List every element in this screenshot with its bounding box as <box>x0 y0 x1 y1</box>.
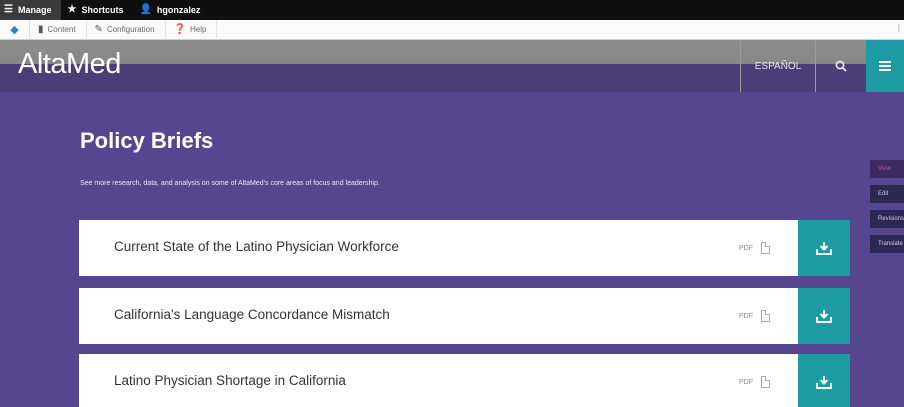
download-icon <box>816 376 832 389</box>
policy-brief-title[interactable]: California's Language Concordance Mismat… <box>114 307 390 322</box>
policy-brief-title[interactable]: Latino Physician Shortage in California <box>114 373 346 388</box>
tab-revisions[interactable]: Revisions <box>870 210 904 228</box>
policy-brief-title[interactable]: Current State of the Latino Physician Wo… <box>114 239 399 254</box>
language-link[interactable]: ESPAÑOL <box>740 40 816 92</box>
download-icon <box>816 242 832 255</box>
policy-brief-card[interactable]: Latino Physician Shortage in California … <box>79 354 850 407</box>
help-icon: ❓ <box>173 24 186 35</box>
toolbar-user[interactable]: 👤 hgonzalez <box>133 0 210 20</box>
pdf-format-text: PDF <box>739 244 753 252</box>
tray-help[interactable]: ❓ Help <box>166 19 218 40</box>
toolbar-shortcuts-label: Shortcuts <box>81 5 124 15</box>
hamburger-icon <box>879 61 891 71</box>
policy-brief-card[interactable]: Current State of the Latino Physician Wo… <box>79 220 850 276</box>
tab-view[interactable]: View <box>870 160 904 178</box>
pdf-label: PDF <box>739 376 770 388</box>
tray-help-label: Help <box>189 25 207 34</box>
toolbar-manage-label: Manage <box>17 5 52 15</box>
document-icon <box>761 310 770 322</box>
pdf-label: PDF <box>739 242 770 254</box>
user-icon: 👤 <box>139 4 152 15</box>
home-icon[interactable]: ◆ <box>0 19 30 40</box>
tab-translate[interactable]: Translate <box>870 235 904 253</box>
menu-toggle-button[interactable] <box>866 40 904 92</box>
tray-configuration[interactable]: ✎ Configuration <box>87 19 166 40</box>
admin-tray: ◆ ▮ Content ✎ Configuration ❓ Help | <box>0 19 904 40</box>
policy-brief-card[interactable]: California's Language Concordance Mismat… <box>79 288 850 344</box>
document-icon <box>761 376 770 388</box>
page-title: Policy Briefs <box>80 128 214 153</box>
toolbar-user-label: hgonzalez <box>156 5 201 15</box>
menu-icon: ☰ <box>4 4 13 15</box>
tray-content-label: Content <box>47 25 76 34</box>
pdf-label: PDF <box>739 310 770 322</box>
toolbar-manage[interactable]: ☰ Manage <box>0 0 62 20</box>
tab-edit[interactable]: Edit <box>870 185 904 203</box>
admin-toolbar: ☰ Manage ★ Shortcuts 👤 hgonzalez <box>0 0 904 20</box>
wrench-icon: ✎ <box>94 24 103 35</box>
tray-content[interactable]: ▮ Content <box>30 19 87 40</box>
pdf-format-text: PDF <box>739 312 753 320</box>
download-icon <box>816 310 832 323</box>
star-icon: ★ <box>67 4 77 15</box>
page-description: See more research, data, and analysis on… <box>80 180 380 187</box>
tray-collapse-icon[interactable]: | <box>898 23 900 32</box>
file-icon: ▮ <box>38 24 44 35</box>
download-button[interactable] <box>798 288 850 344</box>
toolbar-shortcuts[interactable]: ★ Shortcuts <box>61 0 133 20</box>
site-logo[interactable]: AltaMed <box>18 48 121 81</box>
download-button[interactable] <box>798 220 850 276</box>
search-icon <box>835 60 847 72</box>
tray-configuration-label: Configuration <box>106 25 155 34</box>
local-tasks-tabs: View Edit Revisions Translate <box>870 160 904 260</box>
document-icon <box>761 242 770 254</box>
pdf-format-text: PDF <box>739 378 753 386</box>
site-header: AltaMed ESPAÑOL <box>0 40 904 92</box>
search-button[interactable] <box>816 40 866 92</box>
download-button[interactable] <box>798 354 850 407</box>
